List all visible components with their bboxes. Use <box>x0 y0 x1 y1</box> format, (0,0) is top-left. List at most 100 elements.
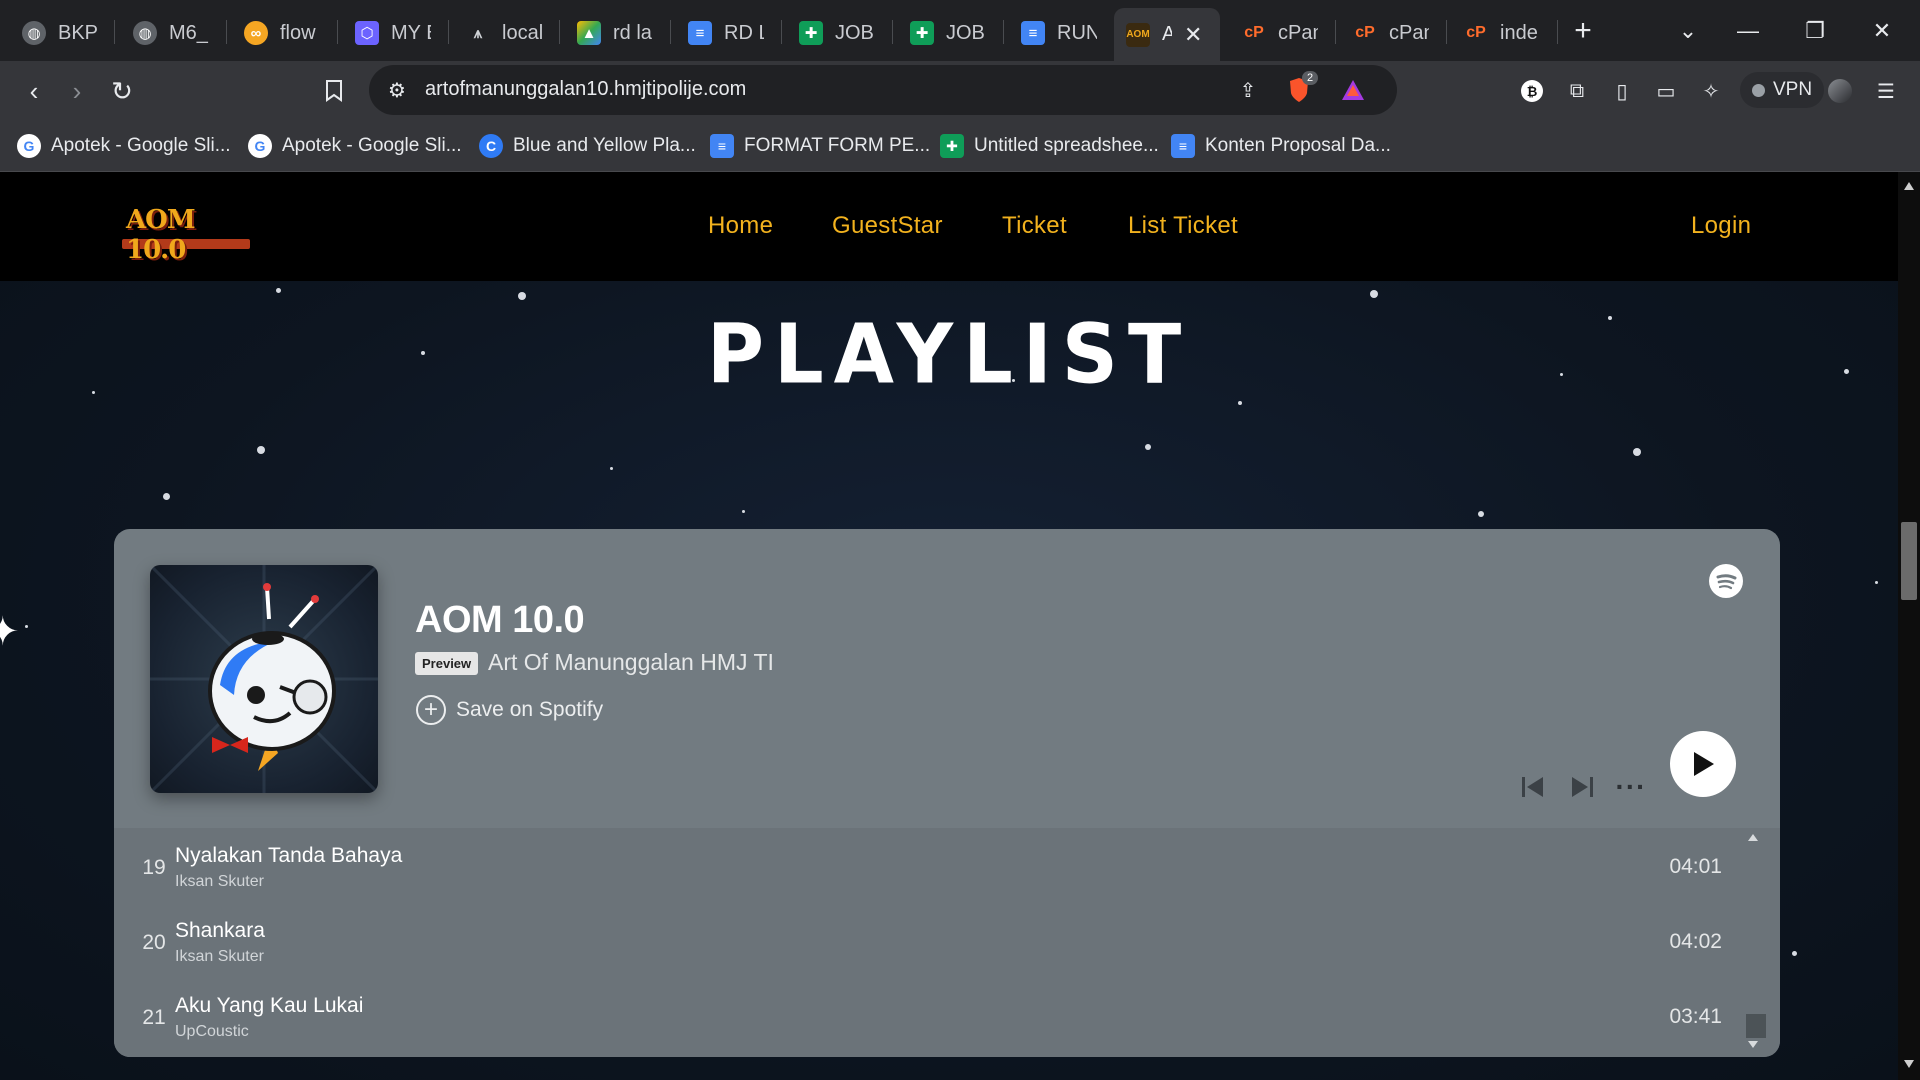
nav-gueststar[interactable]: GuestStar <box>832 212 943 240</box>
nav-ticket[interactable]: Ticket <box>1002 212 1067 240</box>
url-text[interactable]: artofmanunggalan10.hmjtipolije.com <box>425 78 746 101</box>
tab-m6[interactable]: ◍ M6_I <box>133 11 215 55</box>
tab-cpanel-1[interactable]: cP cPan <box>1242 11 1324 55</box>
track-artist[interactable]: UpCoustic <box>175 1023 249 1041</box>
track-artist[interactable]: Iksan Skuter <box>175 873 264 891</box>
tab-rd-la[interactable]: ▲ rd la <box>577 11 659 55</box>
vpn-button[interactable]: VPN <box>1740 72 1825 108</box>
bookmark-label: Konten Proposal Da... <box>1205 135 1391 156</box>
tab-index[interactable]: cP inde <box>1464 11 1546 55</box>
vpn-status-dot <box>1752 83 1765 97</box>
sparkle-star-icon: ✦ <box>0 610 20 654</box>
forward-button[interactable]: › <box>57 71 97 111</box>
address-bar[interactable]: ⚙ artofmanunggalan10.hmjtipolije.com ⇪ 2 <box>369 65 1397 115</box>
tab-label: M6_I <box>169 21 209 44</box>
site-navbar: AOM 10.0 Home GuestStar Ticket List Tick… <box>0 172 1898 281</box>
site-settings-icon[interactable]: ⚙ <box>382 75 412 105</box>
docs-icon: ≡ <box>688 21 712 45</box>
reload-button[interactable]: ↻ <box>102 71 142 111</box>
bookmark-item[interactable]: G Apotek - Google Sli... <box>17 132 231 160</box>
bookmark-item[interactable]: G Apotek - Google Sli... <box>248 132 462 160</box>
tab-aom-active[interactable]: AOM A ✕ <box>1114 8 1220 61</box>
sheets-icon: ✚ <box>940 134 964 158</box>
aom-logo[interactable]: AOM 10.0 <box>122 205 250 265</box>
track-row[interactable]: 19 Nyalakan Tanda Bahaya Iksan Skuter 04… <box>114 828 1780 902</box>
close-window-button[interactable]: ✕ <box>1860 12 1904 50</box>
tab-jobd-1[interactable]: ✚ JOBD <box>799 11 881 55</box>
tab-label: A <box>1162 23 1172 45</box>
spotify-logo-icon[interactable] <box>1709 564 1743 598</box>
bookmarks-bar: G Apotek - Google Sli... G Apotek - Goog… <box>0 120 1920 172</box>
wallet-icon[interactable]: ▭ <box>1650 75 1682 107</box>
minimize-button[interactable]: — <box>1726 12 1770 50</box>
docs-icon: ≡ <box>710 134 734 158</box>
back-button[interactable]: ‹ <box>14 71 54 111</box>
playlist-owner[interactable]: Art Of Manunggalan HMJ TI <box>488 649 774 676</box>
track-artist[interactable]: Iksan Skuter <box>175 948 264 966</box>
leo-ai-icon[interactable]: ✧ <box>1695 75 1727 107</box>
bookmark-item[interactable]: C Blue and Yellow Pla... <box>479 132 696 160</box>
local-icon: ⩚ <box>473 24 483 42</box>
track-row[interactable]: 21 Aku Yang Kau Lukai UpCoustic 03:41 <box>114 978 1780 1052</box>
vpn-label: VPN <box>1773 79 1813 100</box>
new-tab-button[interactable]: + <box>1561 12 1605 50</box>
tracklist-scroll-down-arrow[interactable] <box>1748 1041 1758 1048</box>
scroll-up-arrow[interactable] <box>1904 182 1914 190</box>
bookmark-icon[interactable] <box>314 71 354 111</box>
track-row[interactable]: 20 Shankara Iksan Skuter 04:02 <box>114 903 1780 977</box>
tab-label: BKPI <box>58 21 98 44</box>
nav-list-ticket[interactable]: List Ticket <box>1128 212 1238 240</box>
more-options-button[interactable]: ··· <box>1614 770 1648 804</box>
flow-icon: ∞ <box>244 21 268 45</box>
share-icon[interactable]: ⇪ <box>1233 75 1263 105</box>
spotify-embed: AOM 10.0 Preview Art Of Manunggalan HMJ … <box>114 529 1780 1057</box>
page-scrollbar[interactable] <box>1898 172 1920 1080</box>
globe-icon: ◍ <box>22 21 46 45</box>
profile-avatar-icon[interactable] <box>1824 75 1856 107</box>
tab-cpanel-2[interactable]: cP cPan <box>1353 11 1435 55</box>
bookmark-item[interactable]: ≡ Konten Proposal Da... <box>1171 132 1391 160</box>
restore-button[interactable]: ❐ <box>1793 12 1837 50</box>
tab-rd-l[interactable]: ≡ RD L <box>688 11 770 55</box>
preview-badge: Preview <box>415 652 479 675</box>
play-button[interactable] <box>1670 731 1736 797</box>
tab-jobd-2[interactable]: ✚ JOBD <box>910 11 992 55</box>
tab-label: local <box>502 21 542 44</box>
aom-icon: AOM <box>1126 22 1150 47</box>
tab-label: JOBD <box>946 21 986 44</box>
nav-home[interactable]: Home <box>708 212 773 240</box>
tab-label: rd la <box>613 21 652 44</box>
save-on-spotify-button[interactable]: + Save on Spotify <box>416 695 603 725</box>
google-icon: G <box>17 134 41 158</box>
tab-label: RD L <box>724 21 764 44</box>
sidebar-icon[interactable]: ▯ <box>1606 75 1638 107</box>
brave-shields-icon[interactable]: 2 <box>1284 71 1319 105</box>
menu-icon[interactable]: ☰ <box>1870 75 1902 107</box>
wallet-crypto-icon[interactable]: ₿ <box>1516 75 1548 107</box>
tab-bkpi[interactable]: ◍ BKPI <box>22 11 104 55</box>
next-track-icon[interactable] <box>1565 770 1599 804</box>
tab-local[interactable]: ⩚ local <box>466 11 548 55</box>
scrollbar-thumb[interactable] <box>1901 522 1917 600</box>
tracklist-scrollbar-thumb[interactable] <box>1746 1014 1766 1038</box>
bookmark-label: Apotek - Google Sli... <box>51 135 231 156</box>
browser-tab-strip: ◍ BKPI ◍ M6_I ∞ flow ⬡ MY E ⩚ local ▲ rd… <box>0 0 1920 61</box>
previous-track-icon[interactable] <box>1516 770 1550 804</box>
tab-run[interactable]: ≡ RUN <box>1021 11 1103 55</box>
track-number: 21 <box>142 1006 166 1029</box>
tab-search-chevron-icon[interactable]: ⌄ <box>1666 12 1710 50</box>
brave-rewards-icon[interactable] <box>1338 75 1368 105</box>
playlist-title[interactable]: AOM 10.0 <box>415 599 585 642</box>
tab-flow[interactable]: ∞ flow <box>244 11 326 55</box>
track-list: 19 Nyalakan Tanda Bahaya Iksan Skuter 04… <box>114 828 1780 1057</box>
tab-label: inde <box>1500 21 1538 44</box>
bookmark-label: FORMAT FORM PE... <box>744 135 931 156</box>
tracklist-scroll-up-arrow[interactable] <box>1748 834 1758 841</box>
bookmark-item[interactable]: ✚ Untitled spreadshee... <box>940 132 1159 160</box>
extensions-icon[interactable]: ⧉ <box>1561 75 1593 107</box>
bookmark-item[interactable]: ≡ FORMAT FORM PE... <box>710 132 930 160</box>
scroll-down-arrow[interactable] <box>1904 1060 1914 1068</box>
tab-my[interactable]: ⬡ MY E <box>355 11 437 55</box>
close-tab-icon[interactable]: ✕ <box>1184 22 1202 48</box>
login-link[interactable]: Login <box>1691 212 1751 240</box>
